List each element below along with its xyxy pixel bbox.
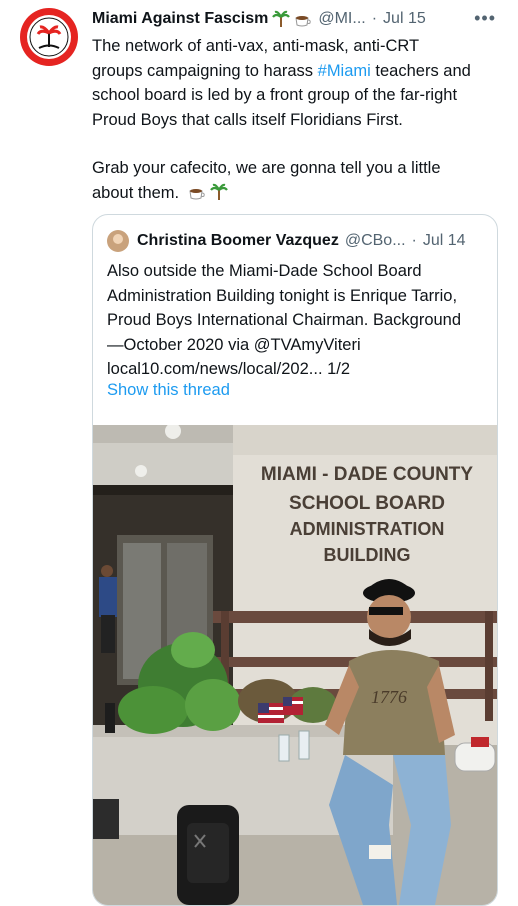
quoted-body: Also outside the Miami-Dade School Board…: [107, 259, 487, 382]
separator-dot: ·: [371, 10, 378, 27]
avatar-logo: [27, 15, 71, 59]
tweet-paragraph-1: The network of anti-vax, anti-mask, anti…: [92, 34, 502, 132]
text-line: The network of anti-vax, anti-mask, anti…: [92, 37, 420, 55]
quoted-header: Christina Boomer Vazquez @CBo... · Jul 1…: [107, 229, 487, 253]
quoted-photo[interactable]: MIAMI - DADE COUNTY SCHOOL BOARD ADMINIS…: [93, 425, 497, 905]
author-avatar[interactable]: [20, 8, 78, 66]
coffee-cup-icon: [294, 10, 312, 28]
quoted-line: Administration Building tonight is Enriq…: [107, 286, 458, 305]
coffee-cup-icon: [188, 183, 206, 201]
separator-dot: ·: [411, 232, 417, 249]
author-handle[interactable]: @MI...: [318, 10, 365, 28]
text-line: groups campaigning to harass: [92, 61, 318, 80]
author-name[interactable]: Miami Against Fascism: [92, 10, 268, 28]
text-line: Proud Boys that calls itself Floridians …: [92, 110, 403, 129]
quoted-line: —October 2020 via @TVAmyViteri: [107, 335, 361, 354]
palm-tree-icon: [209, 183, 228, 201]
sign-line-2: SCHOOL BOARD: [289, 493, 445, 514]
tweet: Miami Against Fascism @MI... · Jul 15 ••…: [0, 0, 518, 906]
text-line: about them.: [92, 183, 180, 202]
text-line: Grab your cafecito, we are gonna tell yo…: [92, 159, 441, 177]
more-options-icon[interactable]: •••: [474, 8, 496, 29]
show-thread-link[interactable]: Show this thread: [107, 381, 230, 400]
quoted-avatar[interactable]: [107, 230, 129, 252]
text-line: teachers and: [370, 61, 471, 80]
photo-scene: MIAMI - DADE COUNTY SCHOOL BOARD ADMINIS…: [93, 425, 497, 905]
quoted-author-handle[interactable]: @CBo...: [345, 232, 406, 250]
quoted-line: Also outside the Miami-Dade School Board: [107, 262, 422, 280]
text-line: school board is led by a front group of …: [92, 86, 458, 104]
tweet-body: The network of anti-vax, anti-mask, anti…: [92, 34, 502, 205]
quoted-timestamp[interactable]: Jul 14: [423, 232, 466, 250]
quoted-line: Proud Boys International Chairman. Backg…: [107, 311, 462, 329]
tweet-paragraph-2: Grab your cafecito, we are gonna tell yo…: [92, 156, 502, 205]
quoted-line: local10.com/news/local/202... 1/2: [107, 360, 351, 378]
shirt-text: 1776: [371, 687, 407, 707]
sign-line-4: BUILDING: [324, 545, 411, 565]
sign-line-3: ADMINISTRATION: [290, 519, 445, 539]
quoted-tweet[interactable]: Christina Boomer Vazquez @CBo... · Jul 1…: [92, 214, 498, 906]
hashtag-link[interactable]: #Miami: [318, 62, 371, 80]
tweet-header: Miami Against Fascism @MI... · Jul 15: [92, 8, 502, 30]
palm-tree-icon: [272, 10, 291, 28]
quoted-author-name[interactable]: Christina Boomer Vazquez: [137, 232, 339, 250]
sign-line-1: MIAMI - DADE COUNTY: [261, 464, 473, 485]
tweet-timestamp[interactable]: Jul 15: [383, 10, 426, 28]
